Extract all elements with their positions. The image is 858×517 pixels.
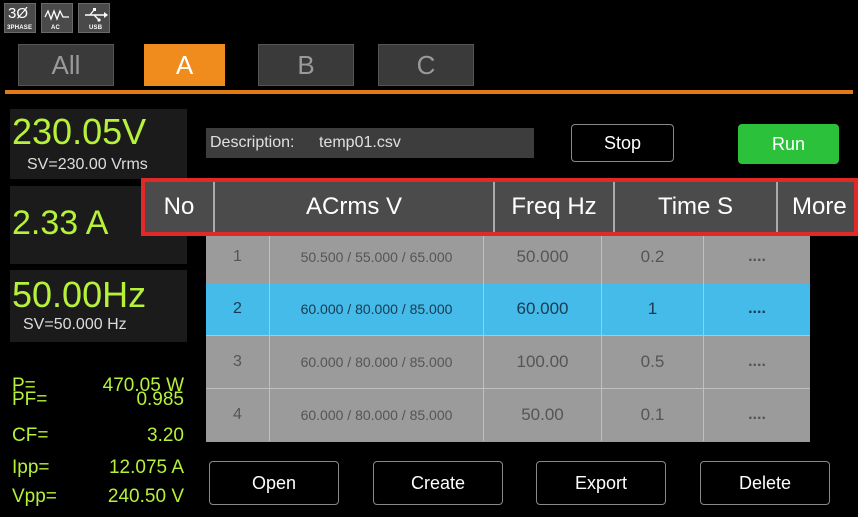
description-field[interactable]: Description: temp01.csv — [206, 128, 534, 158]
create-button[interactable]: Create — [373, 461, 503, 505]
power-factor-measure: PF= 0.985 — [12, 389, 184, 410]
table-row[interactable]: 2 60.000 / 80.000 / 85.000 60.000 1.... — [206, 283, 810, 336]
cell-more[interactable]: .... — [704, 283, 810, 335]
cell-freq: 60.000 — [484, 283, 602, 335]
run-button[interactable]: Run — [738, 124, 839, 164]
header-time[interactable]: Time S — [615, 182, 778, 232]
frequency-setpoint: SV=50.000 Hz — [23, 316, 127, 333]
export-button[interactable]: Export — [536, 461, 666, 505]
cell-freq: 50.000 — [484, 231, 602, 283]
voltage-value: 230.05V — [12, 111, 147, 152]
ipp-measure: Ipp= 12.075 A — [12, 457, 184, 478]
frequency-value: 50.00Hz — [12, 274, 147, 315]
header-freq[interactable]: Freq Hz — [495, 182, 615, 232]
header-no[interactable]: No — [145, 182, 215, 232]
cell-no: 3 — [206, 336, 270, 388]
cell-time: 1 — [602, 283, 704, 335]
voltage-readout: 230.05V SV=230.00 Vrms — [10, 109, 187, 179]
cell-more[interactable]: .... — [704, 389, 810, 441]
cell-more[interactable]: .... — [704, 336, 810, 388]
cell-no: 4 — [206, 389, 270, 441]
tab-c[interactable]: C — [378, 44, 474, 86]
table-header: No ACrms V Freq Hz Time S More — [141, 178, 858, 236]
tab-a[interactable]: A — [144, 44, 225, 86]
table-row[interactable]: 4 60.000 / 80.000 / 85.000 50.00 0.1.... — [206, 389, 810, 441]
table-row[interactable]: 3 60.000 / 80.000 / 85.000 100.00 0.5.... — [206, 336, 810, 389]
voltage-setpoint: SV=230.00 Vrms — [27, 156, 148, 173]
cell-freq: 100.00 — [484, 336, 602, 388]
header-more[interactable]: More — [778, 182, 854, 232]
cell-more[interactable]: .... — [704, 231, 810, 283]
tab-underline-bar — [5, 90, 853, 94]
cell-time: 0.5 — [602, 336, 704, 388]
three-phase-icon: 3Ø 3PHASE — [4, 3, 36, 33]
usb-icon: USB — [78, 3, 110, 33]
crest-factor-measure: CF= 3.20 — [12, 425, 184, 446]
cell-time: 0.2 — [602, 231, 704, 283]
cell-acrms: 60.000 / 80.000 / 85.000 — [270, 389, 484, 441]
cell-time: 0.1 — [602, 389, 704, 441]
table-row[interactable]: 1 50.500 / 55.000 / 65.000 50.000 0.2.... — [206, 231, 810, 284]
tab-all[interactable]: All — [18, 44, 114, 86]
description-label: Description: — [210, 134, 295, 151]
tab-b[interactable]: B — [258, 44, 354, 86]
cell-no: 1 — [206, 231, 270, 283]
header-acrms[interactable]: ACrms V — [215, 182, 495, 232]
cell-freq: 50.00 — [484, 389, 602, 441]
frequency-readout: 50.00Hz SV=50.000 Hz — [10, 270, 187, 342]
description-value: temp01.csv — [319, 134, 401, 151]
vpp-measure: Vpp= 240.50 V — [12, 486, 184, 507]
current-value: 2.33 A — [12, 204, 109, 242]
cell-acrms: 50.500 / 55.000 / 65.000 — [270, 231, 484, 283]
stop-button[interactable]: Stop — [571, 124, 674, 162]
ac-waveform-icon: AC — [41, 3, 73, 33]
cell-acrms: 60.000 / 80.000 / 85.000 — [270, 283, 484, 335]
open-button[interactable]: Open — [209, 461, 339, 505]
cell-no: 2 — [206, 283, 270, 335]
delete-button[interactable]: Delete — [700, 461, 830, 505]
cell-acrms: 60.000 / 80.000 / 85.000 — [270, 336, 484, 388]
